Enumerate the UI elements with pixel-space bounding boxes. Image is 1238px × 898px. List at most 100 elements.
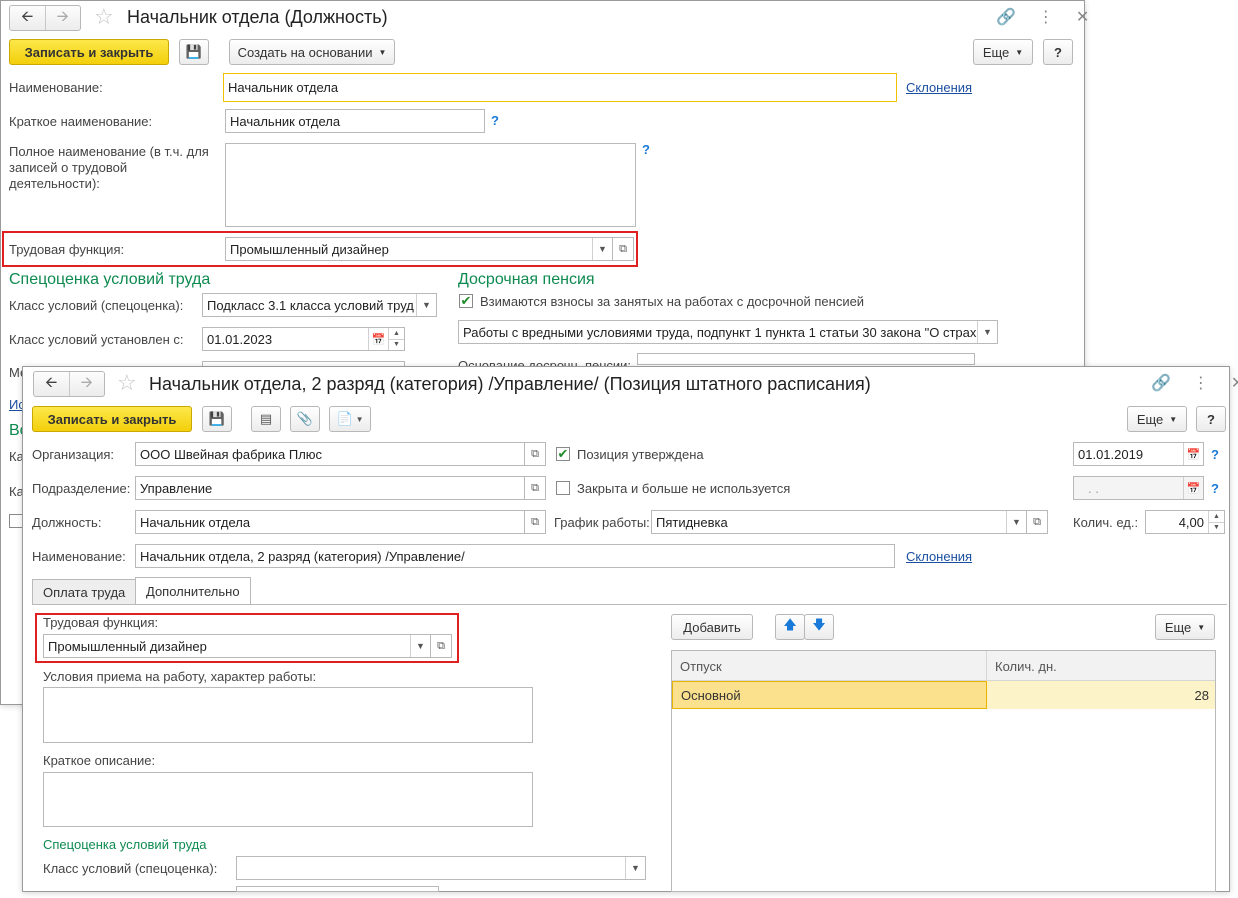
chevron-down-icon[interactable]: ▼: [410, 635, 430, 657]
leave-table[interactable]: Отпуск Колич. дн. Основной 28: [671, 650, 1216, 892]
more-button[interactable]: Еще ▼: [1127, 406, 1187, 432]
spinner[interactable]: ▲ ▼: [388, 328, 404, 350]
full-name-textarea[interactable]: [225, 143, 636, 227]
staff-position-window: 🡨 🡪 ☆ Начальник отдела, 2 разряд (катего…: [22, 366, 1238, 892]
save-icon[interactable]: 💾: [202, 406, 232, 432]
cell-days[interactable]: 28: [987, 681, 1217, 709]
position-input[interactable]: Начальник отдела: [135, 510, 525, 534]
column-days[interactable]: Колич. дн.: [987, 651, 1217, 681]
chevron-down-icon[interactable]: ▼: [416, 294, 436, 316]
window-title: Начальник отдела (Должность): [127, 7, 388, 27]
open-icon[interactable]: ⧉: [612, 237, 634, 261]
close-icon[interactable]: ✕: [1231, 373, 1238, 393]
forward-arrow-icon[interactable]: 🡪: [44, 6, 81, 30]
approved-checkbox[interactable]: ✔: [556, 446, 570, 461]
close-icon[interactable]: ✕: [1076, 7, 1089, 27]
link-icon[interactable]: 🔗: [996, 7, 1016, 27]
declensions-link[interactable]: Склонения: [906, 549, 972, 564]
column-leave[interactable]: Отпуск: [672, 651, 987, 681]
calendar-icon[interactable]: 📅: [1183, 443, 1203, 465]
back-arrow-icon[interactable]: 🡨: [34, 372, 69, 396]
tab-payment[interactable]: Оплата труда: [32, 579, 137, 605]
department-label: Подразделение:: [32, 481, 131, 496]
chevron-down-icon[interactable]: ▼: [625, 857, 645, 879]
more-button[interactable]: Еще ▼: [973, 39, 1033, 65]
early-pension-checkbox[interactable]: ✔: [459, 293, 473, 308]
forward-arrow-icon[interactable]: 🡪: [68, 372, 105, 396]
early-pension-section: Досрочная пенсия: [458, 271, 595, 288]
spinner[interactable]: ▲ ▼: [1208, 511, 1224, 533]
favorite-star-icon[interactable]: ☆: [117, 372, 137, 394]
name-input[interactable]: Начальник отдела: [223, 73, 897, 102]
class-set-from-label: Класс условий установлен с:: [9, 332, 184, 347]
description-label: Краткое описание:: [43, 753, 156, 768]
partial-field[interactable]: [236, 886, 439, 892]
chevron-down-icon[interactable]: ▼: [592, 238, 612, 260]
schedule-select[interactable]: Пятидневка ▼: [651, 510, 1027, 534]
units-input[interactable]: 4,00 ▲ ▼: [1145, 510, 1225, 534]
approved-label: Позиция утверждена: [577, 447, 704, 462]
table-more-button[interactable]: Еще ▼: [1155, 614, 1215, 640]
favorite-star-icon[interactable]: ☆: [94, 6, 114, 28]
closed-checkbox[interactable]: [556, 481, 570, 495]
help-question-icon[interactable]: ?: [491, 113, 499, 128]
calendar-icon[interactable]: 📅: [368, 328, 388, 350]
name-input[interactable]: Начальник отдела, 2 разряд (категория) /…: [135, 544, 895, 568]
special-assessment-section: Спецоценка условий труда: [9, 271, 211, 288]
declensions-link[interactable]: Склонения: [906, 80, 972, 95]
name-label: Наименование:: [9, 80, 103, 95]
chevron-down-icon: ▼: [1015, 47, 1024, 57]
print-menu-icon[interactable]: 📄 ▼: [329, 406, 371, 432]
more-vertical-icon[interactable]: ⋮: [1193, 373, 1209, 393]
save-icon[interactable]: 💾: [179, 39, 209, 65]
description-textarea[interactable]: [43, 772, 533, 827]
early-pension-basis-select[interactable]: [637, 353, 975, 365]
write-and-close-button[interactable]: Записать и закрыть: [32, 406, 192, 432]
attachment-icon[interactable]: 📎: [290, 406, 320, 432]
conditions-class-value: Подкласс 3.1 класса условий труд: [207, 297, 414, 313]
more-vertical-icon[interactable]: ⋮: [1038, 7, 1054, 27]
open-icon[interactable]: ⧉: [524, 510, 546, 534]
table-row[interactable]: Основной 28: [672, 681, 1215, 709]
cell-leave[interactable]: Основной: [672, 681, 987, 709]
help-question-icon[interactable]: ?: [1211, 481, 1219, 496]
create-based-on-label: Создать на основании: [237, 44, 373, 60]
organization-input[interactable]: ООО Швейная фабрика Плюс: [135, 442, 525, 466]
back-arrow-icon[interactable]: 🡨: [10, 6, 45, 30]
document-list-icon[interactable]: ▤: [251, 406, 281, 432]
chevron-down-icon[interactable]: ▼: [977, 321, 997, 343]
short-name-input[interactable]: Начальник отдела: [225, 109, 485, 133]
labor-function-select[interactable]: Промышленный дизайнер ▼: [43, 634, 431, 658]
department-input[interactable]: Управление: [135, 476, 525, 500]
create-based-on-button[interactable]: Создать на основании ▼: [229, 39, 395, 65]
labor-function-select[interactable]: Промышленный дизайнер ▼: [225, 237, 613, 261]
special-assessment-section: Спецоценка условий труда: [43, 837, 207, 852]
help-question-icon[interactable]: ?: [1211, 447, 1219, 462]
conditions-class-select[interactable]: Подкласс 3.1 класса условий труд ▼: [202, 293, 437, 317]
link-icon[interactable]: 🔗: [1151, 373, 1171, 393]
early-pension-work-value: Работы с вредными условиями труда, подпу…: [463, 324, 977, 340]
early-pension-checkbox-label: Взимаются взносы за занятых на работах с…: [480, 294, 865, 309]
conditions-label: Условия приема на работу, характер работ…: [43, 669, 317, 684]
closed-date: . . 📅: [1073, 476, 1204, 500]
approved-date[interactable]: 01.01.2019 📅: [1073, 442, 1204, 466]
class-set-from-date[interactable]: 01.01.2023 📅 ▲ ▼: [202, 327, 405, 351]
open-icon[interactable]: ⧉: [524, 476, 546, 500]
move-up-icon[interactable]: 🡅: [775, 614, 805, 640]
conditions-class-select[interactable]: ▼: [236, 856, 646, 880]
open-icon[interactable]: ⧉: [524, 442, 546, 466]
help-button[interactable]: ?: [1043, 39, 1073, 65]
conditions-textarea[interactable]: [43, 687, 533, 743]
early-pension-work-select[interactable]: Работы с вредными условиями труда, подпу…: [458, 320, 998, 344]
write-and-close-button[interactable]: Записать и закрыть: [9, 39, 169, 65]
partial-checkbox[interactable]: [9, 514, 23, 528]
chevron-down-icon[interactable]: ▼: [1006, 511, 1026, 533]
help-question-icon[interactable]: ?: [642, 142, 650, 157]
open-icon[interactable]: ⧉: [430, 634, 452, 658]
help-button[interactable]: ?: [1196, 406, 1226, 432]
add-button[interactable]: Добавить: [671, 614, 753, 640]
open-icon[interactable]: ⧉: [1026, 510, 1048, 534]
tab-additional[interactable]: Дополнительно: [135, 577, 251, 605]
approved-date-value: 01.01.2019: [1078, 446, 1144, 462]
move-down-icon[interactable]: 🡇: [804, 614, 834, 640]
